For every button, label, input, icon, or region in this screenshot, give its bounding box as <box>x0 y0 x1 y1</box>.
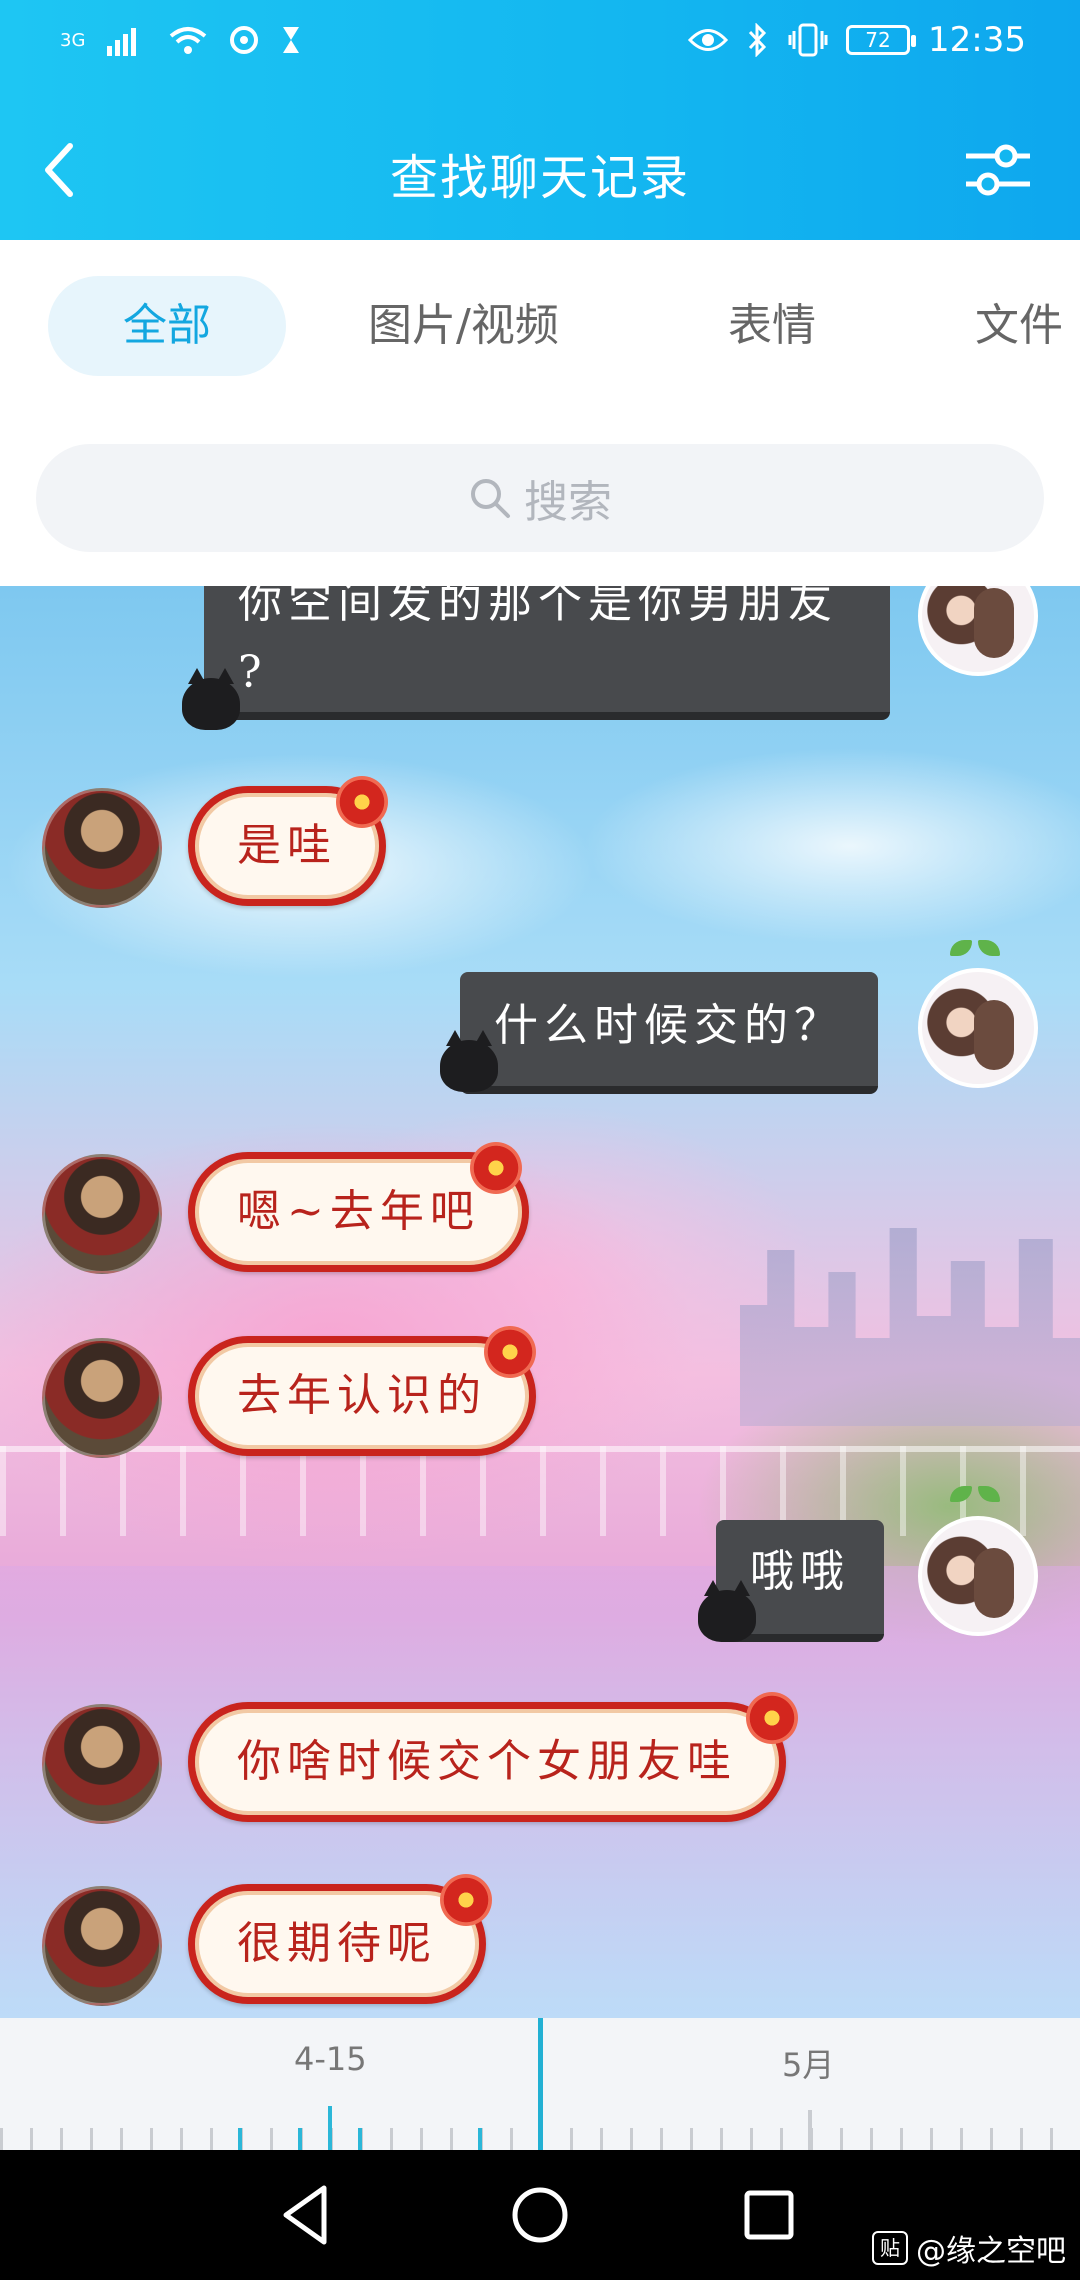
avatar[interactable] <box>918 586 1038 676</box>
avatar[interactable] <box>42 1704 162 1824</box>
timeline-marker <box>238 2128 242 2150</box>
flower-decoration-icon <box>470 1142 522 1194</box>
filter-button[interactable] <box>960 132 1036 208</box>
system-nav-bar: 贴 @缘之空吧 <box>0 2150 1080 2280</box>
background-railing <box>0 1446 1080 1536</box>
cat-decoration-icon <box>440 1030 498 1092</box>
message-bubble[interactable]: 你空间发的那个是你男朋友 ? <box>204 586 890 720</box>
status-bar: 3G 72 12:35 <box>0 0 1080 90</box>
tab-stickers[interactable]: 表情 <box>728 276 816 376</box>
background-skyline <box>740 1228 1080 1426</box>
tab-images-videos[interactable]: 图片/视频 <box>368 276 559 376</box>
timeline-cursor[interactable] <box>538 2018 543 2150</box>
tab-files[interactable]: 文件 <box>975 276 1063 376</box>
timeline-month-label: 5月 <box>782 2046 835 2084</box>
timeline-month-marker <box>808 2110 812 2150</box>
timeline-date-label: 4-15 <box>294 2040 367 2078</box>
timeline-marker <box>478 2128 482 2150</box>
date-timeline[interactable]: 4-15 5月 <box>0 2018 1080 2150</box>
watermark-text: @缘之空吧 <box>916 2234 1066 2269</box>
avatar[interactable] <box>42 1338 162 1458</box>
avatar[interactable] <box>42 1886 162 2006</box>
bluetooth-icon <box>748 23 767 57</box>
network-type: 3G <box>60 29 86 51</box>
avatar[interactable] <box>42 788 162 908</box>
cat-decoration-icon <box>182 668 240 730</box>
message-text-line: 你空间发的那个是你男朋友 <box>238 586 838 628</box>
flower-decoration-icon <box>440 1874 492 1926</box>
search-icon <box>471 479 510 518</box>
hourglass-icon <box>283 27 300 53</box>
battery-indicator: 72 <box>846 25 917 55</box>
nav-back-icon[interactable] <box>272 2180 342 2250</box>
message-bubble[interactable]: 什么时候交的？ <box>460 972 878 1094</box>
eye-icon <box>688 29 729 51</box>
title-bar: 查找聊天记录 <box>0 120 1080 220</box>
nav-recents-icon[interactable] <box>734 2180 804 2250</box>
avatar[interactable] <box>918 1516 1038 1636</box>
avatar[interactable] <box>42 1154 162 1274</box>
watermark-badge: 贴 <box>872 2231 908 2265</box>
chat-history[interactable]: 你空间发的那个是你男朋友 ? 是哇 什么时候交的？ 嗯~去年吧 去年认识的 哦哦 <box>0 586 1080 2018</box>
flower-decoration-icon <box>484 1326 536 1378</box>
clock: 12:35 <box>928 20 1026 60</box>
flower-decoration-icon <box>336 776 388 828</box>
page-title: 查找聊天记录 <box>389 150 690 206</box>
cat-decoration-icon <box>698 1580 756 1642</box>
tab-bar: 全部 图片/视频 表情 文件 <box>0 276 1080 376</box>
timeline-marker <box>328 2106 332 2150</box>
message-text-line: ? <box>238 647 268 698</box>
timeline-marker <box>358 2128 362 2150</box>
sprout-decoration-icon <box>950 940 1000 970</box>
search-placeholder: 搜索 <box>524 477 612 528</box>
signal-icon <box>107 28 137 56</box>
watermark: 贴 @缘之空吧 <box>872 2226 1066 2270</box>
message-bubble[interactable]: 你啥时候交个女朋友哇 <box>188 1702 786 1822</box>
search-input[interactable]: 搜索 <box>36 444 1044 552</box>
vibrate-icon <box>788 23 828 57</box>
wifi-icon <box>170 27 207 54</box>
sprout-decoration-icon <box>950 1486 1000 1516</box>
hotspot-icon <box>230 26 259 54</box>
filter-panel: 全部 图片/视频 表情 文件 搜索 <box>0 240 1080 586</box>
flower-decoration-icon <box>746 1692 798 1744</box>
tab-all[interactable]: 全部 <box>48 276 286 376</box>
avatar[interactable] <box>918 968 1038 1088</box>
filter-sliders-icon <box>966 144 1030 196</box>
nav-home-icon[interactable] <box>505 2180 575 2250</box>
timeline-marker <box>298 2128 302 2150</box>
header-bar: 3G 72 12:35 查找聊天记录 <box>0 0 1080 240</box>
